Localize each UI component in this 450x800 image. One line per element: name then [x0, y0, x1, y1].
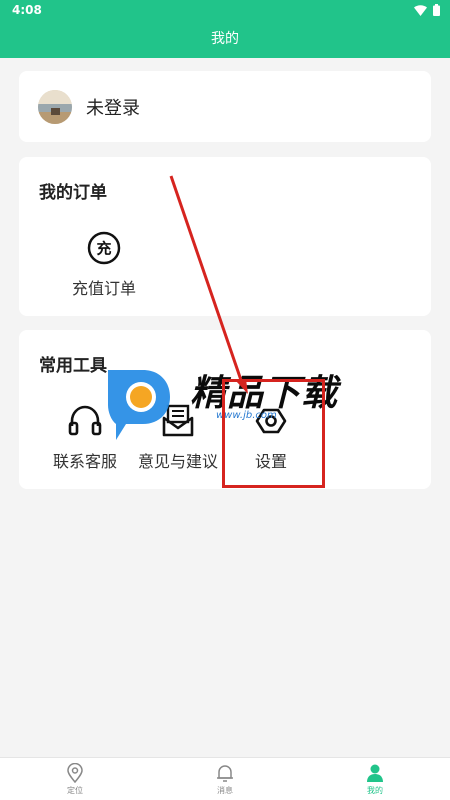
nav-item-mine[interactable]: 我的: [345, 763, 405, 796]
feedback-button[interactable]: 意见与建议: [133, 402, 223, 472]
headset-icon: [68, 405, 102, 436]
settings-label: 设置: [254, 452, 287, 471]
wifi-icon: [414, 4, 427, 16]
tools-card: 常用工具 联系客服 意见与建议 设置: [19, 330, 431, 489]
person-icon: [367, 764, 383, 782]
status-time: 4:08: [12, 3, 42, 17]
status-icons: [414, 4, 440, 16]
title-bar: 我的: [0, 22, 450, 58]
status-bar: 4:08: [0, 0, 450, 22]
nav-label-location: 定位: [67, 786, 83, 795]
login-status-text[interactable]: 未登录: [86, 94, 140, 120]
orders-card: 我的订单 充 充值订单: [19, 157, 431, 316]
profile-card[interactable]: 未登录: [19, 71, 431, 142]
mail-icon: [162, 404, 194, 437]
nav-label-mine: 我的: [367, 786, 383, 795]
recharge-orders-label: 充值订单: [71, 279, 136, 298]
recharge-orders-button[interactable]: 充 充值订单: [59, 229, 149, 299]
battery-icon: [433, 4, 440, 16]
page-title: 我的: [211, 31, 239, 47]
bell-icon: [217, 765, 233, 782]
gear-icon: [255, 408, 287, 434]
nav-item-location[interactable]: 定位: [45, 763, 105, 796]
recharge-icon: 充: [87, 231, 121, 265]
contact-support-label: 联系客服: [52, 452, 117, 471]
nav-item-messages[interactable]: 消息: [195, 763, 255, 796]
settings-button[interactable]: 设置: [226, 402, 316, 472]
recharge-glyph: 充: [96, 240, 111, 258]
feedback-label: 意见与建议: [137, 452, 218, 471]
nav-label-messages: 消息: [217, 786, 233, 795]
contact-support-button[interactable]: 联系客服: [40, 402, 130, 472]
orders-section-title: 我的订单: [39, 183, 107, 203]
location-icon: [67, 763, 83, 783]
tools-section-title: 常用工具: [39, 356, 107, 376]
bottom-nav: 定位 消息 我的: [0, 757, 450, 800]
avatar[interactable]: [38, 90, 72, 124]
